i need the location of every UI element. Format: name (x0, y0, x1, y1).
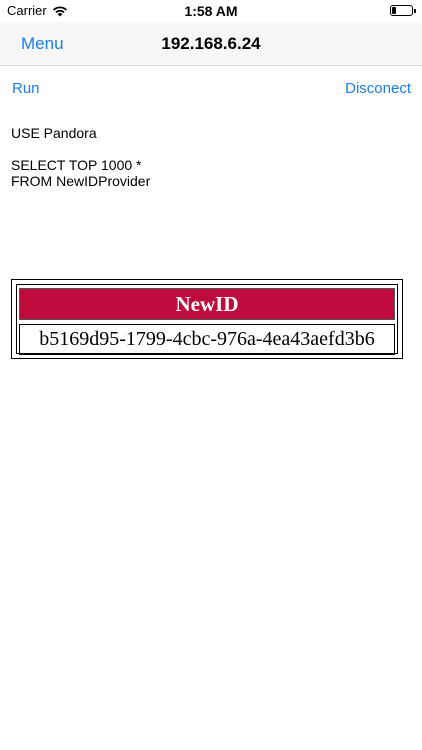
table-cell: b5169d95-1799-4cbc-976a-4ea43aefd3b6 (19, 324, 395, 355)
status-bar: Carrier 1:58 AM (0, 0, 422, 22)
run-button[interactable]: Run (12, 80, 40, 97)
query-line: FROM NewIDProvider (11, 173, 151, 189)
query-line: USE Pandora (11, 125, 97, 141)
query-line: SELECT TOP 1000 * (11, 157, 142, 173)
page-title: 192.168.6.24 (161, 34, 261, 53)
result-table-inner: NewID b5169d95-1799-4cbc-976a-4ea43aefd3… (16, 284, 398, 355)
result-table: NewID b5169d95-1799-4cbc-976a-4ea43aefd3… (11, 279, 403, 359)
navigation-bar: Menu 192.168.6.24 (0, 22, 422, 66)
query-line (11, 141, 411, 157)
toolbar: Run Disconect (0, 78, 422, 100)
status-time: 1:58 AM (184, 3, 238, 19)
query-editor[interactable]: USE Pandora SELECT TOP 1000 * FROM NewID… (11, 125, 411, 189)
battery-level (392, 7, 396, 14)
battery-icon (390, 5, 416, 16)
column-header-newid: NewID (19, 288, 395, 320)
disconnect-button[interactable]: Disconect (345, 80, 411, 97)
